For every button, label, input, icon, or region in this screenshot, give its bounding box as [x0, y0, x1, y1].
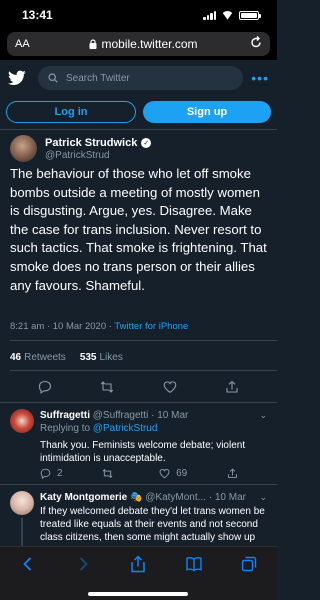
reply-header: Suffragetti @Suffragetti · 10 Mar: [40, 410, 188, 421]
reply-text: Thank you. Feminists welcome debate; vio…: [40, 440, 246, 464]
reply-tweet[interactable]: Suffragetti @Suffragetti · 10 Mar ⌄ Repl…: [0, 402, 277, 484]
tabs-icon[interactable]: [239, 555, 259, 575]
avatar[interactable]: [10, 135, 37, 162]
author-emoji: 🎭: [130, 492, 143, 503]
share-icon[interactable]: [225, 380, 239, 394]
tweet-meta: 8:21 am · 10 Mar 2020 · Twitter for iPho…: [10, 321, 188, 332]
avatar[interactable]: [10, 409, 34, 433]
wifi-icon: [221, 11, 234, 20]
author-handle: @PatrickStrud: [45, 149, 110, 161]
home-indicator: [88, 592, 188, 596]
reply-author-handle: @Suffragetti · 10 Mar: [92, 410, 189, 421]
reply-count: 2: [57, 468, 63, 479]
reply-tweet[interactable]: Katy Montgomerie 🎭 @KatyMont... · 10 Mar…: [0, 484, 277, 546]
url-text: mobile.twitter.com: [101, 37, 198, 51]
reply-icon: [40, 468, 51, 479]
reply-text: If they welcomed debate they'd let trans…: [40, 506, 265, 543]
author-name-row: Patrick Strudwick ✓: [45, 136, 152, 149]
reply-icon[interactable]: [38, 380, 52, 394]
tweet-stats: 46 Retweets 535 Likes: [10, 352, 123, 363]
forward-icon[interactable]: [73, 555, 93, 575]
replying-to-link[interactable]: @PatrickStrud: [93, 423, 158, 434]
signup-button[interactable]: Sign up: [143, 101, 271, 123]
login-button[interactable]: Log in: [6, 101, 136, 123]
share-icon[interactable]: [128, 555, 148, 575]
auth-row: Log in Sign up: [6, 101, 271, 123]
reply-author-name[interactable]: Suffragetti: [40, 410, 90, 421]
like-count: 69: [176, 468, 188, 479]
tweet-text: The behaviour of those who let off smoke…: [10, 166, 267, 293]
share-action[interactable]: [227, 468, 238, 479]
twitter-bird-icon[interactable]: [8, 70, 26, 86]
author-name: Patrick Strudwick: [45, 136, 138, 149]
reply-action[interactable]: 2: [40, 468, 63, 479]
lock-icon: [89, 39, 97, 49]
meta-divider: [10, 340, 277, 341]
search-placeholder: Search Twitter: [66, 72, 130, 84]
share-icon: [228, 468, 237, 478]
like-action[interactable]: 69: [159, 468, 187, 479]
tweet-author[interactable]: Patrick Strudwick ✓ @PatrickStrud: [10, 135, 152, 162]
status-bar: 13:41: [0, 0, 277, 30]
reply-author-name[interactable]: Katy Montgomerie: [40, 492, 127, 503]
retweets-count: 46: [10, 352, 22, 363]
retweets-stat[interactable]: 46 Retweets: [10, 352, 66, 363]
like-icon: [159, 469, 170, 479]
cellular-signal-icon: [203, 10, 216, 20]
chevron-down-icon[interactable]: ⌄: [259, 410, 267, 421]
reply-actions: 2 69: [40, 468, 266, 479]
browser-address-area: AA mobile.twitter.com: [0, 30, 277, 60]
like-icon[interactable]: [163, 380, 177, 394]
back-icon[interactable]: [18, 555, 38, 575]
bookmarks-icon[interactable]: [184, 555, 204, 575]
more-options-icon[interactable]: •••: [251, 70, 269, 86]
search-icon: [48, 73, 58, 83]
thread-line: [21, 518, 23, 546]
stats-divider: [10, 370, 277, 371]
tweet-source-link[interactable]: Twitter for iPhone: [114, 321, 188, 332]
reply-author-handle: @KatyMont... · 10 Mar: [145, 492, 246, 503]
address-bar[interactable]: AA mobile.twitter.com: [7, 32, 270, 56]
likes-label: Likes: [99, 352, 123, 363]
url-display[interactable]: mobile.twitter.com: [55, 37, 232, 51]
likes-stat[interactable]: 535 Likes: [80, 352, 123, 363]
retweet-action[interactable]: [102, 468, 119, 479]
likes-count: 535: [79, 352, 97, 363]
reply-header: Katy Montgomerie 🎭 @KatyMont... · 10 Mar: [40, 492, 246, 503]
avatar[interactable]: [10, 491, 34, 515]
tweet-timestamp[interactable]: 8:21 am · 10 Mar 2020 ·: [10, 321, 114, 332]
replying-to: Replying to @PatrickStrud: [40, 423, 157, 434]
chevron-down-icon[interactable]: ⌄: [259, 492, 267, 503]
twitter-header: Search Twitter •••: [0, 60, 277, 96]
tweet-actions: [0, 380, 277, 394]
battery-icon: [239, 10, 261, 20]
retweet-icon[interactable]: [100, 380, 114, 394]
status-icons: [203, 10, 261, 20]
status-time: 13:41: [22, 8, 53, 22]
browser-toolbar: [0, 546, 277, 600]
retweet-icon: [102, 468, 113, 479]
search-input[interactable]: Search Twitter: [38, 66, 244, 90]
reload-icon[interactable]: [250, 36, 262, 49]
verified-badge-icon: ✓: [141, 137, 152, 148]
replying-to-prefix: Replying to: [40, 423, 93, 434]
text-size-button[interactable]: AA: [15, 38, 55, 50]
header-divider: [0, 129, 277, 130]
retweets-label: Retweets: [24, 352, 66, 363]
